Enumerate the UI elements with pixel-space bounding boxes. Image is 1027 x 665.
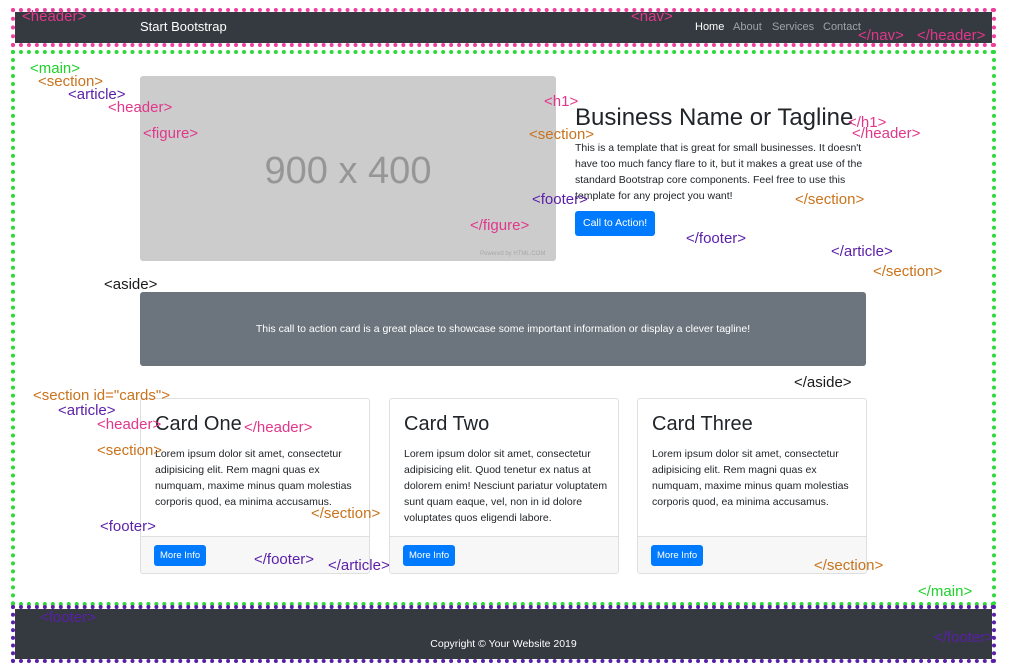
tag-aside-close: </aside> [794, 374, 852, 391]
tag-section-open-3: <section> [97, 442, 163, 459]
tag-footer-close-3: </footer> [934, 629, 995, 646]
tag-section-close: </section> [795, 191, 865, 208]
tag-figure-close: </figure> [470, 217, 530, 234]
tag-header-close: </header> [917, 27, 986, 44]
tag-figure-open: <figure> [143, 125, 199, 142]
tag-footer-open-3: <footer> [40, 609, 96, 626]
tag-header-close-3: </header> [244, 419, 313, 436]
footer-outline [11, 605, 996, 663]
tag-footer-close: </footer> [686, 230, 747, 247]
tag-section-close-4: </section> [814, 557, 884, 574]
tag-article-close-2: </article> [328, 557, 390, 574]
tag-header-open-2: <header> [108, 99, 173, 116]
tag-section-close-3: </section> [311, 505, 381, 522]
tag-article-close: </article> [831, 243, 893, 260]
header-outline [11, 8, 996, 47]
tag-h1-open: <h1> [544, 93, 579, 110]
tag-footer-open-2: <footer> [100, 518, 156, 535]
tag-nav-close: </nav> [858, 27, 904, 44]
tag-section-cards-open: <section id="cards"> [33, 387, 170, 404]
tag-footer-open: <footer> [532, 191, 588, 208]
tag-header-close-2: </header> [852, 125, 921, 142]
tag-aside-open: <aside> [104, 276, 158, 293]
tag-section-close-2: </section> [873, 263, 943, 280]
tag-main-close: </main> [918, 583, 973, 600]
tag-header-open: <header> [22, 8, 87, 25]
tag-nav-open: <nav> [631, 8, 673, 25]
tag-section-open-2: <section> [529, 126, 595, 143]
tag-footer-close-2: </footer> [254, 551, 315, 568]
tag-header-open-3: <header> [97, 416, 162, 433]
